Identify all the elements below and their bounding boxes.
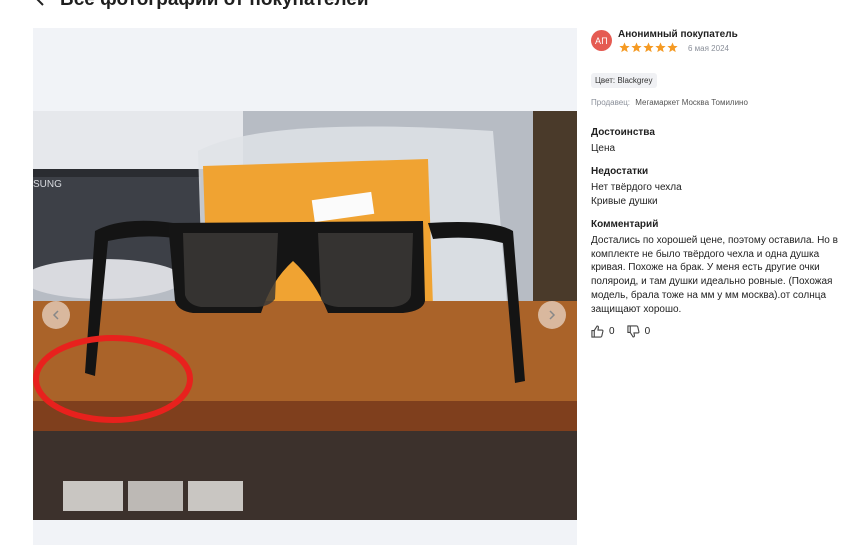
pros-text: Цена bbox=[591, 143, 616, 154]
monitor-brand-text: SUNG bbox=[33, 179, 62, 190]
seller-name[interactable]: Мегамаркет Москва Томилино bbox=[635, 98, 748, 107]
review-panel: АП Анонимный покупатель 6 мая 2024 Цвет:… bbox=[591, 28, 846, 338]
pros-title: Достоинства bbox=[591, 127, 655, 138]
photo-viewer: SUNG bbox=[33, 28, 577, 545]
dislike-count: 0 bbox=[644, 326, 651, 338]
chevron-left-icon bbox=[36, 0, 44, 6]
star-icon bbox=[655, 42, 666, 53]
seller-info: Продавец: Мегамаркет Москва Томилино bbox=[591, 98, 846, 107]
author-name: Анонимный покупатель bbox=[618, 29, 738, 40]
thumbs-up-icon bbox=[591, 325, 604, 338]
arrow-left-icon bbox=[52, 310, 59, 320]
color-chip: Цвет: Blackgrey bbox=[591, 73, 657, 88]
prev-photo-button[interactable] bbox=[42, 301, 70, 329]
next-photo-button[interactable] bbox=[538, 301, 566, 329]
thumbs-down-icon bbox=[626, 325, 640, 338]
dislike-button[interactable]: 0 bbox=[626, 325, 651, 338]
back-button[interactable] bbox=[30, 0, 50, 12]
star-icon bbox=[667, 42, 678, 53]
star-icon bbox=[619, 42, 630, 53]
cons-text: Нет твёрдого чехла Кривые душки bbox=[591, 181, 846, 209]
arrow-right-icon bbox=[549, 310, 556, 320]
like-count: 0 bbox=[609, 326, 615, 338]
like-button[interactable]: 0 bbox=[591, 325, 615, 338]
star-icon bbox=[643, 42, 654, 53]
avatar: АП bbox=[591, 30, 612, 51]
star-icon bbox=[631, 42, 642, 53]
cons-line: Нет твёрдого чехла bbox=[591, 182, 682, 193]
comment-text: Достались по хорошей цене, поэтому остав… bbox=[591, 235, 838, 315]
cons-line: Кривые душки bbox=[591, 196, 658, 207]
review-votes: 0 0 bbox=[591, 325, 846, 338]
page-title: Все фотографии от покупателей bbox=[60, 0, 369, 11]
seller-label: Продавец: bbox=[591, 98, 631, 107]
comment-title: Комментарий bbox=[591, 219, 659, 230]
review-photo: SUNG bbox=[33, 111, 577, 520]
page-header: Все фотографии от покупателей bbox=[0, 0, 861, 16]
review-date: 6 мая 2024 bbox=[688, 44, 729, 53]
cons-title: Недостатки bbox=[591, 166, 649, 177]
rating-stars bbox=[619, 42, 678, 53]
review-author: АП Анонимный покупатель 6 мая 2024 bbox=[591, 28, 846, 70]
